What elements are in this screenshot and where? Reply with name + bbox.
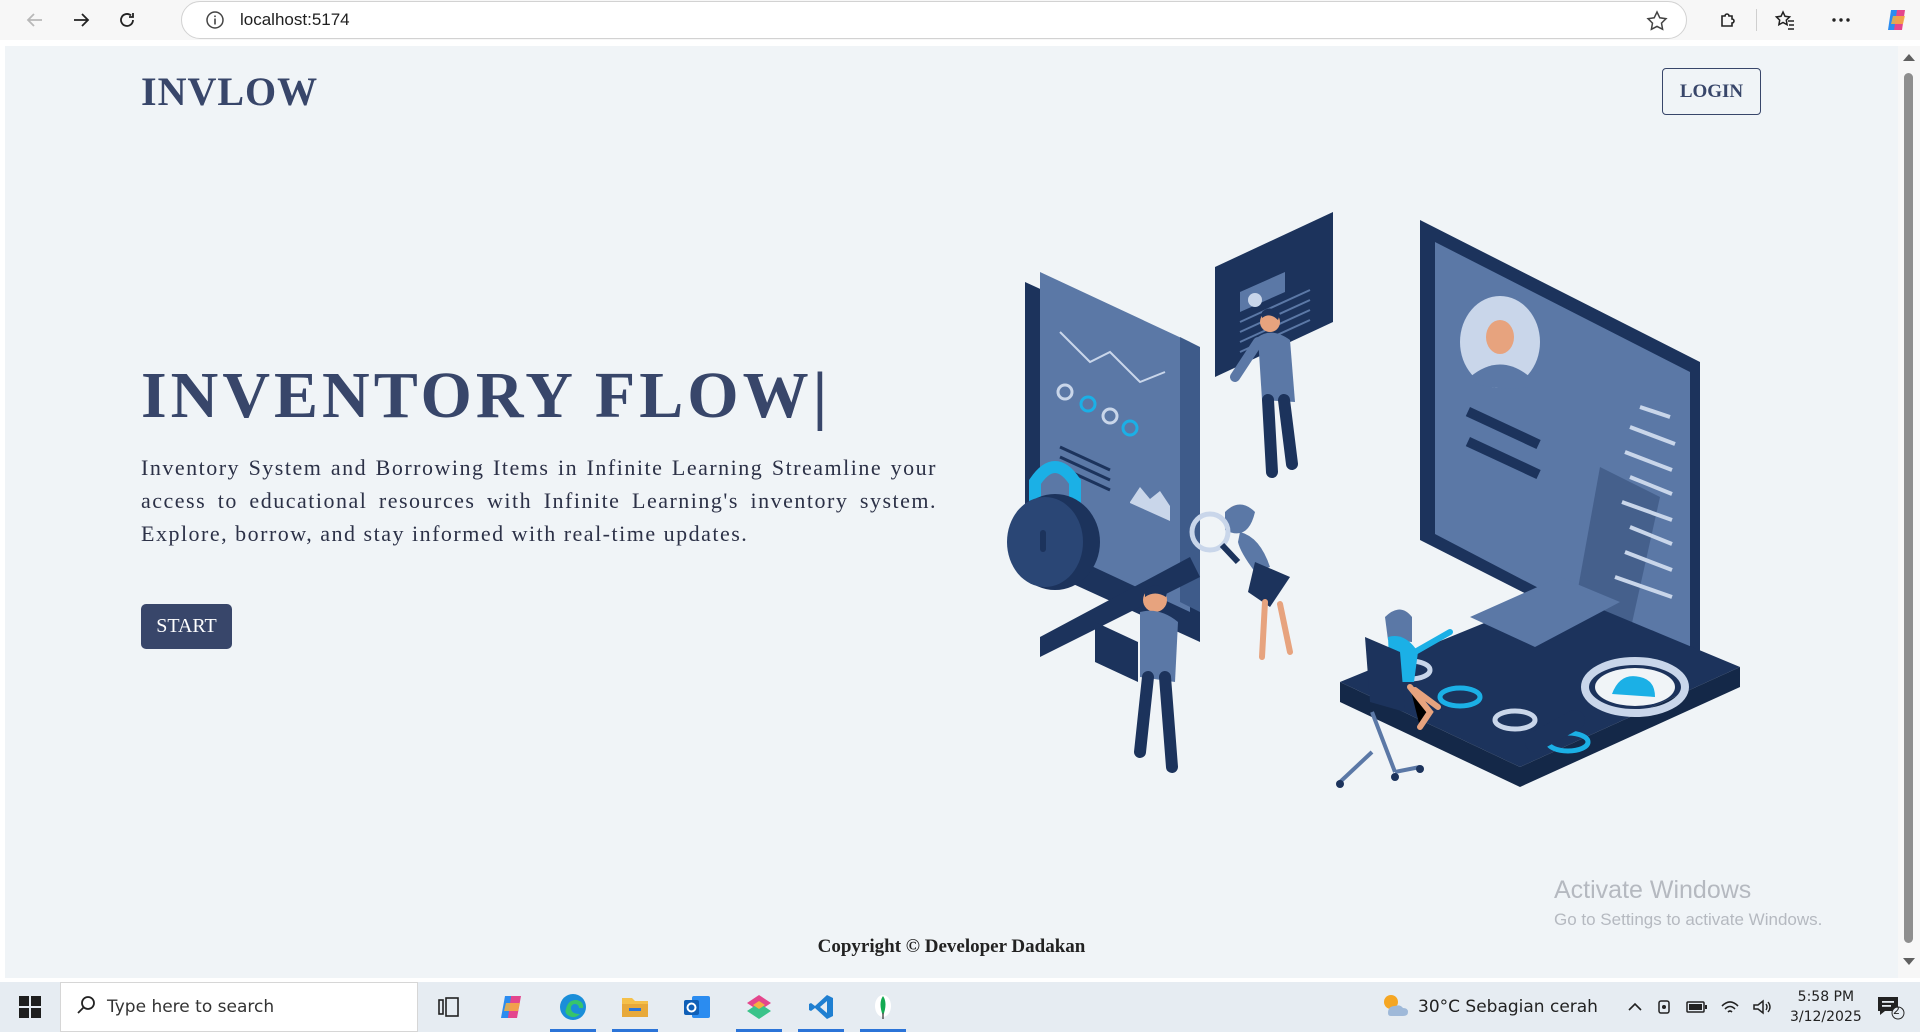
windows-taskbar: Type here to search 30°C Sebagian cerah <box>0 982 1920 1032</box>
wifi-icon[interactable] <box>1720 998 1740 1016</box>
favorites-list-icon <box>1774 10 1794 30</box>
volume-icon[interactable] <box>1752 998 1772 1016</box>
taskbar-mongodb-compass[interactable] <box>852 982 914 1032</box>
refresh-button[interactable] <box>104 0 150 40</box>
weather-icon[interactable] <box>1380 991 1410 1024</box>
forward-button[interactable] <box>58 0 104 40</box>
taskbar-git-app[interactable] <box>728 982 790 1032</box>
notification-icon <box>1878 997 1905 1020</box>
arrow-right-icon <box>74 13 90 27</box>
taskbar-search-box[interactable]: Type here to search <box>60 982 418 1032</box>
more-menu-button[interactable] <box>1813 0 1869 40</box>
hero-title: INVENTORY FLOW| <box>141 359 832 432</box>
battery-icon[interactable] <box>1686 998 1708 1016</box>
edge-browser-icon <box>560 994 586 1020</box>
clock-time: 5:58 PM <box>1797 989 1855 1005</box>
git-app-icon <box>747 995 771 1019</box>
hero-description: Inventory System and Borrowing Items in … <box>141 455 937 546</box>
page-scrollbar[interactable] <box>1898 46 1920 978</box>
task-view-icon <box>438 997 459 1017</box>
meet-now-icon[interactable] <box>1656 998 1674 1016</box>
extensions-button[interactable] <box>1700 0 1756 40</box>
watermark-title: Activate Windows <box>1554 876 1752 904</box>
login-button[interactable]: LOGIN <box>1662 68 1761 115</box>
arrow-left-icon <box>26 13 42 27</box>
folder-icon <box>622 998 648 1017</box>
url-text[interactable]: localhost:5174 <box>240 10 350 30</box>
outlook-icon <box>684 996 710 1018</box>
taskbar-copilot[interactable] <box>480 982 542 1032</box>
taskbar-vscode[interactable] <box>790 982 852 1032</box>
inventory-illustration <box>1007 212 1740 788</box>
copilot-app-icon <box>501 996 521 1018</box>
windows-start-button[interactable] <box>0 982 60 1032</box>
taskbar-outlook[interactable] <box>666 982 728 1032</box>
ellipsis-icon <box>1832 18 1850 22</box>
site-info-icon[interactable] <box>204 9 226 31</box>
scroll-up-arrow-icon[interactable] <box>1903 54 1915 61</box>
mongodb-leaf-icon <box>875 995 891 1019</box>
favorites-button[interactable] <box>1757 0 1813 40</box>
search-icon <box>75 994 97 1021</box>
copilot-button[interactable] <box>1869 0 1920 40</box>
footer-copyright: Copyright © Developer Dadakan <box>817 936 1086 957</box>
activate-windows-watermark: Activate Windows Go to Settings to activ… <box>1554 876 1822 930</box>
chevron-up-icon[interactable] <box>1626 998 1644 1016</box>
puzzle-icon <box>1721 13 1735 27</box>
search-placeholder[interactable]: Type here to search <box>107 997 274 1017</box>
vscode-icon <box>809 995 833 1019</box>
weather-text[interactable]: 30°C Sebagian cerah <box>1418 997 1598 1017</box>
browser-toolbar: localhost:5174 <box>0 0 1920 40</box>
favorite-star-icon[interactable] <box>1646 10 1668 37</box>
page-viewport: INVLOW LOGIN INVENTORY FLOW| Inventory S… <box>5 46 1898 978</box>
floating-panel-illustration <box>1215 212 1333 478</box>
windows-logo-icon <box>19 996 41 1018</box>
notification-count: 2 <box>1893 1004 1900 1017</box>
back-button[interactable] <box>12 0 58 40</box>
taskbar-edge[interactable] <box>542 982 604 1032</box>
clock-date: 3/12/2025 <box>1789 1009 1862 1025</box>
address-bar[interactable]: localhost:5174 <box>181 1 1687 39</box>
taskbar-clock[interactable]: 5:58 PM 3/12/2025 <box>1790 987 1862 1027</box>
system-tray: 30°C Sebagian cerah 5:58 PM 3/12/2025 <box>1380 982 1862 1032</box>
woman-with-magnifier-illustration <box>1189 504 1293 660</box>
site-logo[interactable]: INVLOW <box>141 68 318 115</box>
watermark-subtitle: Go to Settings to activate Windows. <box>1554 910 1823 929</box>
taskbar-file-explorer[interactable] <box>604 982 666 1032</box>
scrollbar-thumb[interactable] <box>1904 73 1913 943</box>
task-view-button[interactable] <box>418 982 480 1032</box>
notification-center-button[interactable]: 2 <box>1876 994 1906 1025</box>
refresh-icon <box>120 13 134 27</box>
copilot-icon <box>1888 10 1905 30</box>
start-button[interactable]: START <box>141 604 232 649</box>
scroll-down-arrow-icon[interactable] <box>1903 958 1915 965</box>
